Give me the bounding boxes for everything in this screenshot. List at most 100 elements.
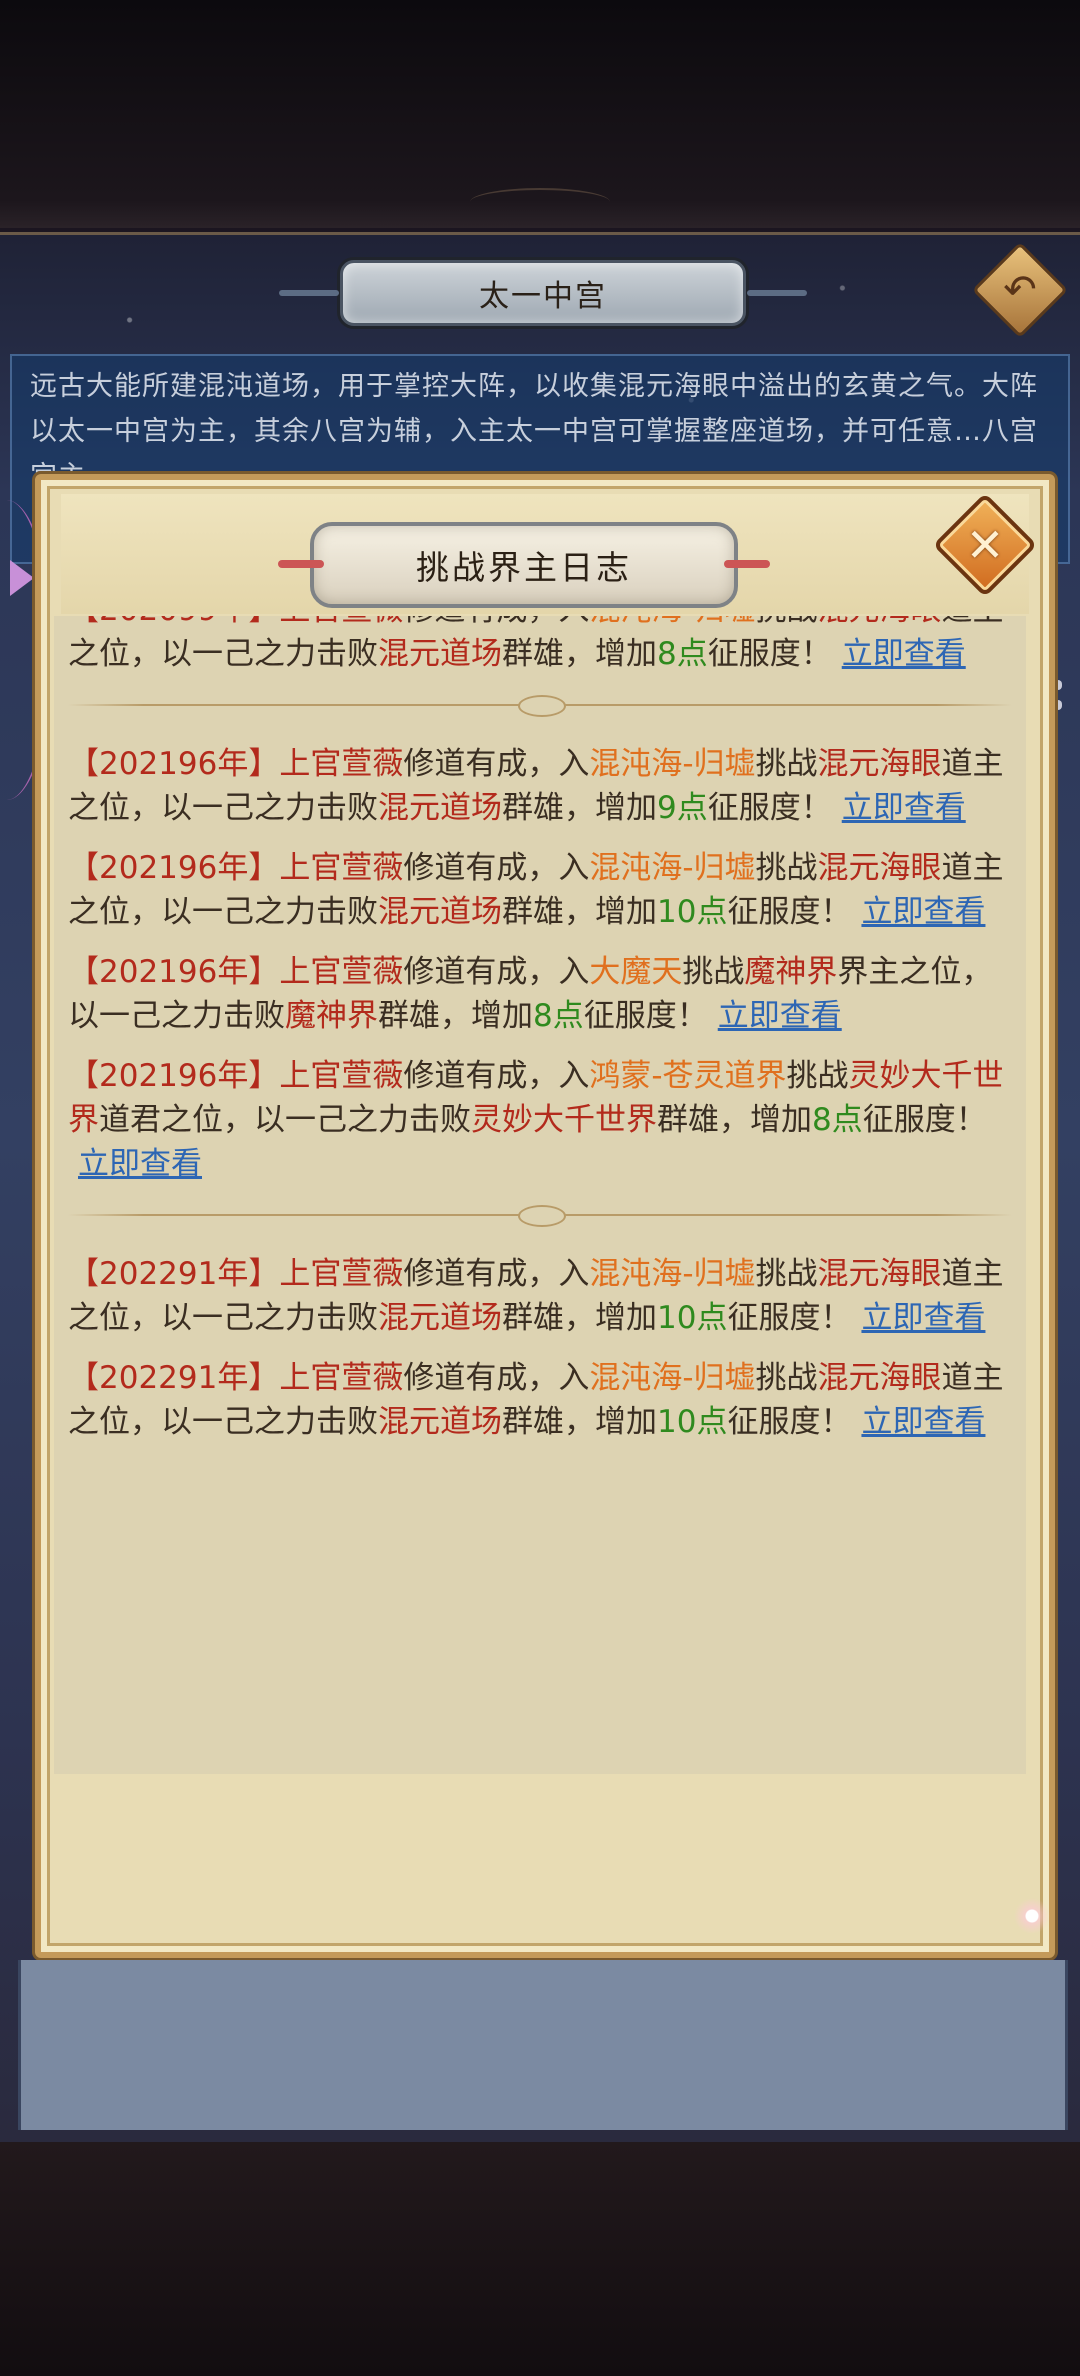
plaque-rod-right [747,290,807,296]
log-entry-points: 8点 [812,1102,863,1138]
log-entry-t1: 修道有成，入 [403,1058,590,1094]
log-entry-year: 【202196年】 [68,954,280,990]
log-entry-place: 混沌海-归墟 [589,746,756,782]
back-button[interactable]: ↶ [971,241,1069,339]
log-entry-points: 8点 [533,998,584,1034]
log-entry: 【202291年】上官萱薇修道有成，入混沌海-归墟挑战混元海眼道主之位，以一己之… [54,1242,1026,1346]
log-entry-t4: 群雄，增加 [378,998,533,1034]
log-entry-year: 【202196年】 [68,850,280,886]
log-entry-t2: 挑战 [755,850,818,886]
log-entry: 【202196年】上官萱薇修道有成，入大魔天挑战魔神界界主之位，以一己之力击败魔… [54,940,1026,1044]
log-entry-t1: 修道有成，入 [403,1256,590,1292]
plaque-rod-left [279,290,339,296]
title-rod-left [278,560,324,568]
dialog-title-plaque: 挑战界主日志 [278,522,770,608]
log-scroll-area[interactable]: 【202099年】上官萱薇修道有成，入混沌海-归墟挑战混元海眼道主之位，以一己之… [54,616,1026,1774]
log-entry-place: 大魔天 [589,954,683,990]
log-entry-name: 上官萱薇 [279,1256,404,1292]
log-entry-name: 上官萱薇 [279,954,404,990]
log-entry-t5: 征服度！ [727,1300,852,1336]
palace-title: 太一中宫 [479,279,607,314]
log-entry-t2: 挑战 [682,954,745,990]
game-screen: 太一中宫 ↶ 远古大能所建混沌道场，用于掌控大阵，以收集混元海眼中溢出的玄黄之气… [0,0,1080,2376]
log-entry-points: 10点 [657,1404,728,1440]
log-entry-name: 上官萱薇 [279,616,403,628]
log-entry-t5: 征服度！ [707,790,832,826]
log-entry-t5: 征服度！ [583,998,708,1034]
log-entry-group: 混元道场 [378,1404,502,1440]
log-entry-points: 8点 [657,636,708,672]
view-now-link[interactable]: 立即查看 [842,636,966,672]
log-entry-t5: 征服度！ [707,636,832,672]
log-entry-year: 【202196年】 [68,1058,280,1094]
divider-knot-ornament [518,695,566,717]
dialog-title: 挑战界主日志 [416,548,632,587]
view-now-link[interactable]: 立即查看 [78,1146,202,1182]
log-entry-t4: 群雄，增加 [502,1404,657,1440]
log-list: 【202099年】上官萱薇修道有成，入混沌海-归墟挑战混元海眼道主之位，以一己之… [54,616,1026,1450]
log-entry-name: 上官萱薇 [279,1360,404,1396]
log-entry-t4: 群雄，增加 [657,1102,812,1138]
log-entry-group: 魔神界 [285,998,378,1034]
log-entry-points: 10点 [657,1300,728,1336]
log-entry-group: 混元道场 [378,894,502,930]
log-entry-t2: 挑战 [755,1360,818,1396]
sparkle-ornament [1012,1896,1052,1936]
log-entry: 【202099年】上官萱薇修道有成，入混沌海-归墟挑战混元海眼道主之位，以一己之… [54,616,1026,682]
log-entry: 【202196年】上官萱薇修道有成，入鸿蒙-苍灵道界挑战灵妙大千世界道君之位，以… [54,1044,1026,1192]
section-divider [68,695,1012,717]
log-entry-t4: 群雄，增加 [502,1300,657,1336]
view-now-link[interactable]: 立即查看 [861,1300,985,1336]
bottom-band [0,2142,1080,2376]
log-entry-year: 【202291年】 [68,1256,280,1292]
divider-knot-ornament [518,1205,566,1227]
log-entry-group: 混元道场 [378,636,502,672]
log-entry-place: 混沌海-归墟 [589,1256,756,1292]
log-entry-place: 混沌海-归墟 [589,1360,756,1396]
close-button[interactable]: ✕ [932,492,1038,598]
log-entry-t1: 修道有成，入 [403,616,589,628]
log-entry-group: 灵妙大千世界 [471,1102,657,1138]
log-entry-points: 10点 [657,894,728,930]
log-entry-name: 上官萱薇 [279,850,404,886]
top-ornament [470,188,610,216]
log-entry-target: 混元海眼 [817,850,942,886]
section-divider [68,1205,1012,1227]
log-entry-t3: 道君之位，以一己之力击败 [99,1102,471,1138]
title-rod-right [724,560,770,568]
log-entry-target: 混元海眼 [818,616,942,628]
view-now-link[interactable]: 立即查看 [861,894,985,930]
log-entry-target: 混元海眼 [817,746,942,782]
log-entry: 【202291年】上官萱薇修道有成，入混沌海-归墟挑战混元海眼道主之位，以一己之… [54,1346,1026,1450]
log-entry-name: 上官萱薇 [279,746,404,782]
log-entry-year: 【202291年】 [68,1360,280,1396]
view-now-link[interactable]: 立即查看 [842,790,966,826]
log-entry-place: 混沌海-归墟 [589,850,756,886]
view-now-link[interactable]: 立即查看 [718,998,842,1034]
log-entry-t5: 征服度！ [862,1102,987,1138]
log-entry-t5: 征服度！ [727,1404,852,1440]
palace-title-plaque: 太一中宫 [279,260,807,326]
back-arrow-icon: ↶ [1003,267,1037,313]
log-entry-target: 魔神界 [744,954,838,990]
log-entry: 【202196年】上官萱薇修道有成，入混沌海-归墟挑战混元海眼道主之位，以一己之… [54,732,1026,836]
log-entry-target: 混元海眼 [817,1360,942,1396]
log-entry-t4: 群雄，增加 [502,636,657,672]
log-entry-year: 【202196年】 [68,746,280,782]
log-entry-t1: 修道有成，入 [403,850,590,886]
log-entry-year: 【202099年】 [68,616,279,628]
log-entry-t1: 修道有成，入 [403,1360,590,1396]
log-entry-t2: 挑战 [786,1058,849,1094]
log-entry-group: 混元道场 [378,1300,502,1336]
left-arrow-icon[interactable] [10,560,34,596]
log-entry-t2: 挑战 [755,1256,818,1292]
log-entry-name: 上官萱薇 [279,1058,404,1094]
log-entry-place: 鸿蒙-苍灵道界 [589,1058,787,1094]
log-entry-t2: 挑战 [755,746,818,782]
log-entry-t1: 修道有成，入 [403,746,590,782]
log-entry: 【202196年】上官萱薇修道有成，入混沌海-归墟挑战混元海眼道主之位，以一己之… [54,836,1026,940]
log-entry-t1: 修道有成，入 [403,954,590,990]
log-entry-points: 9点 [657,790,708,826]
lower-panel [18,1960,1068,2130]
view-now-link[interactable]: 立即查看 [861,1404,985,1440]
